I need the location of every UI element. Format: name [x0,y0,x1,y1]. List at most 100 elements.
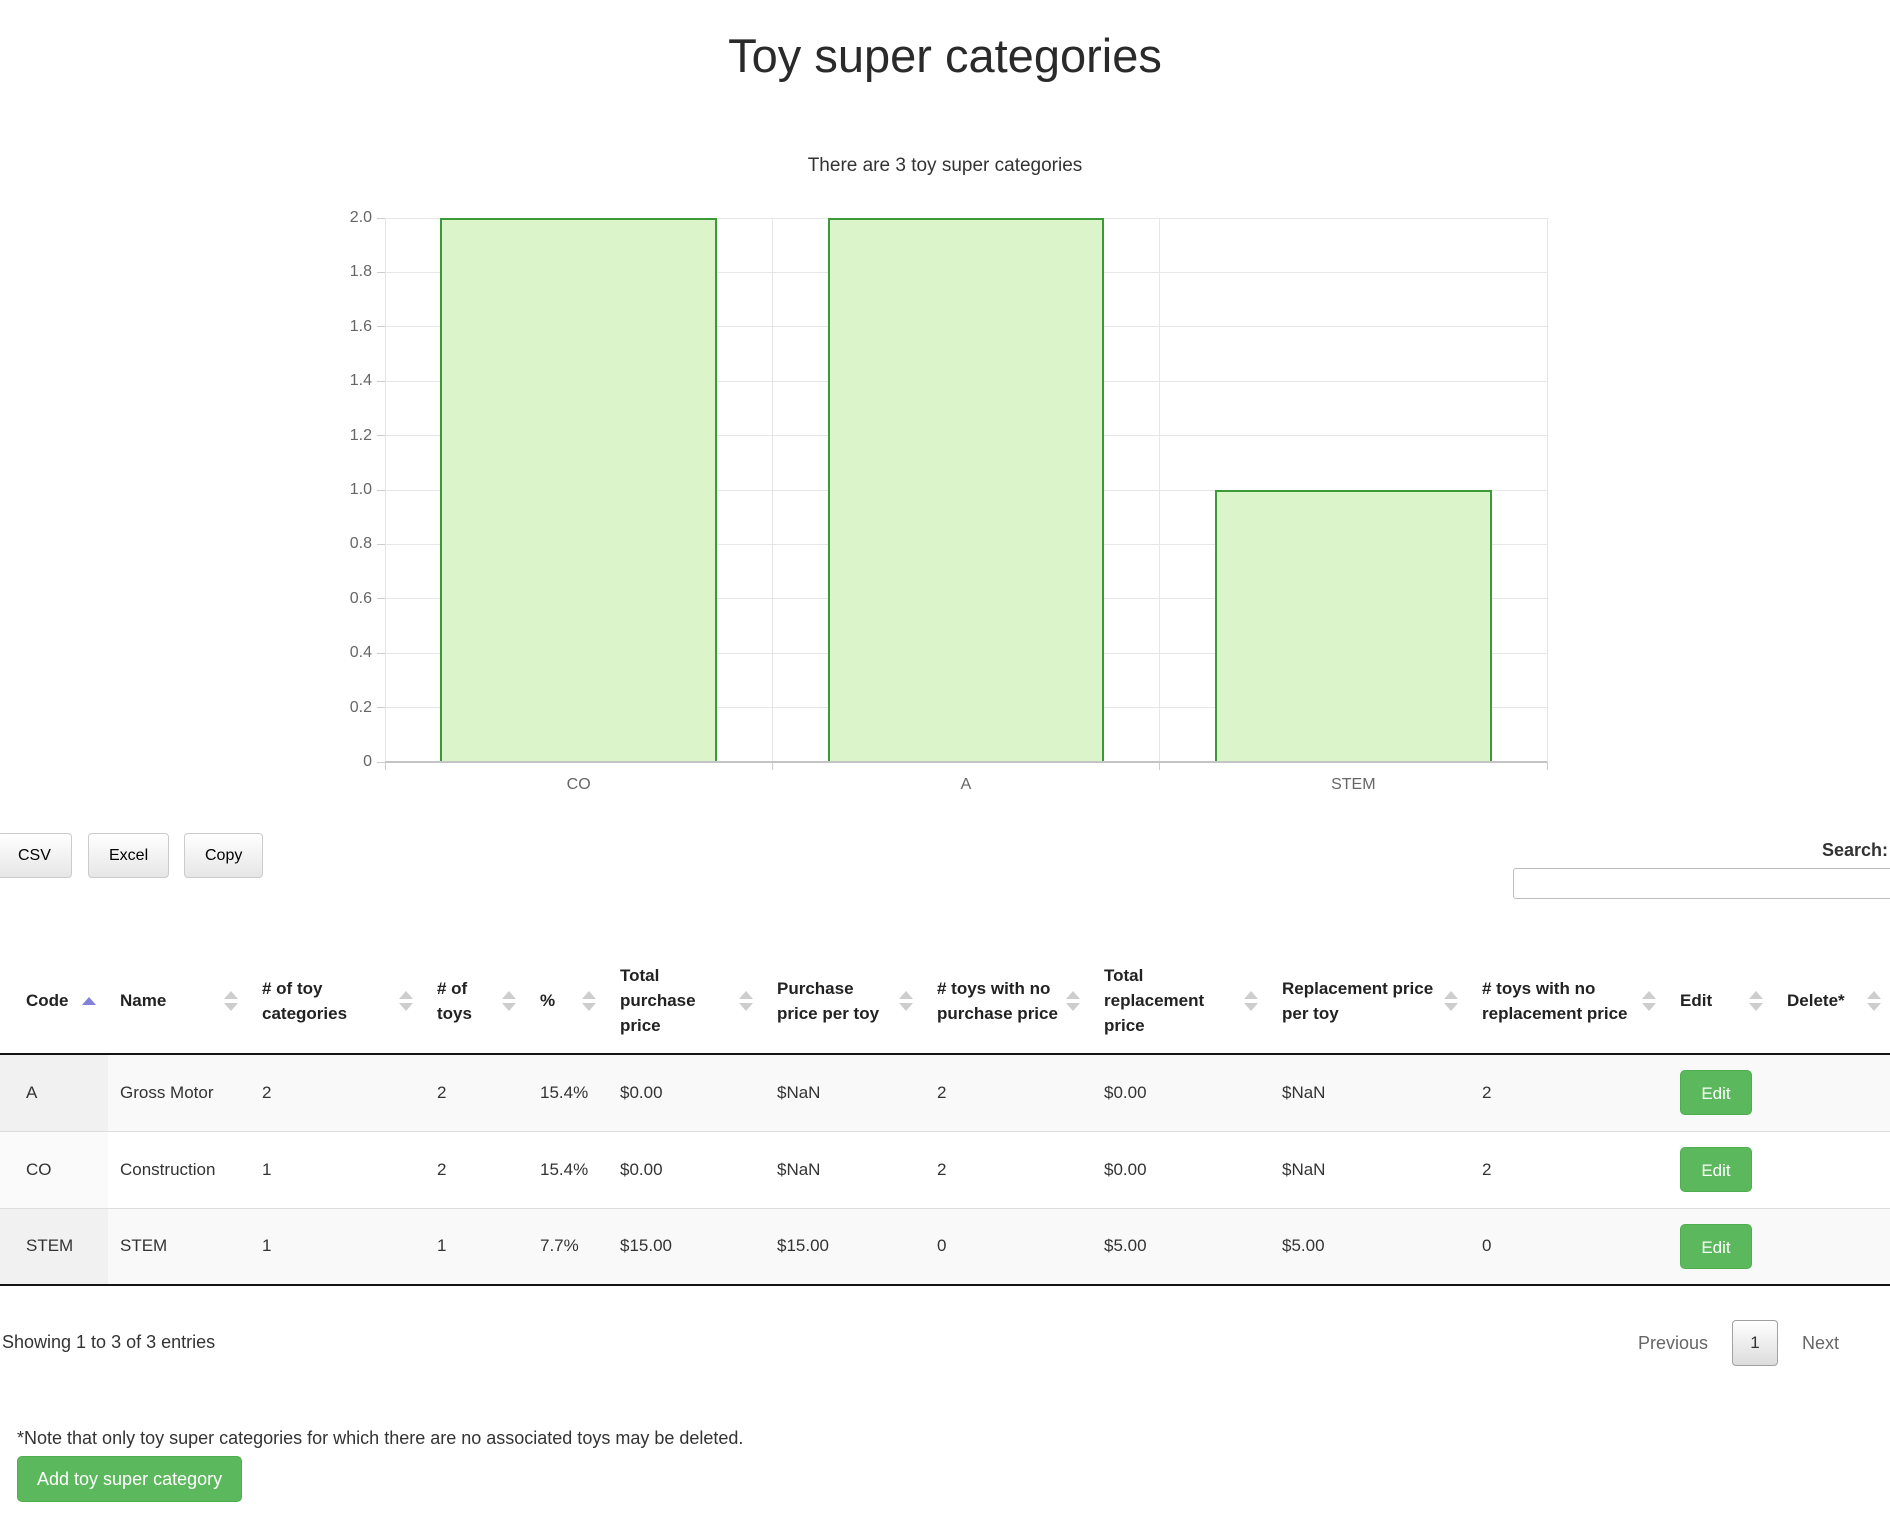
cell-replacement-price-per-toy: $NaN [1270,1131,1470,1208]
cell-toys-no-replacement-price: 2 [1470,1054,1668,1131]
column-header-toys-no-purchase-price[interactable]: # toys with no purchase price [925,948,1092,1054]
excel-export-button[interactable]: Excel [88,833,169,878]
table-row-a: A Gross Motor 2 2 15.4% $0.00 $NaN 2 $0.… [0,1054,1890,1131]
cell-edit: Edit [1668,1131,1775,1208]
sort-both-icon [739,991,753,1011]
table-info: Showing 1 to 3 of 3 entries [2,1332,215,1353]
x-axis-tick [1547,762,1548,770]
chart-bar-STEM [1215,490,1492,762]
sort-both-icon [1244,991,1258,1011]
x-axis-tick [772,762,773,770]
x-gridline [1547,218,1548,762]
x-gridline [385,218,386,762]
cell-edit: Edit [1668,1208,1775,1285]
y-tick-label: 1.2 [310,427,372,445]
cell-code: A [0,1054,108,1131]
x-tick-label-CO: CO [385,776,772,794]
cell-toys-no-replacement-price: 0 [1470,1208,1668,1285]
y-tick-label: 0.2 [310,699,372,717]
table-header-row: Code Name # of toy categories # of toys … [0,948,1890,1054]
sort-both-icon [1444,991,1458,1011]
column-header-percent[interactable]: % [528,948,608,1054]
y-tick-label: 0.4 [310,644,372,662]
cell-percent: 15.4% [528,1131,608,1208]
edit-button[interactable]: Edit [1680,1070,1752,1115]
y-tick-label: 1.8 [310,263,372,281]
column-header-delete[interactable]: Delete* [1775,948,1890,1054]
pagination-previous[interactable]: Previous [1630,1323,1716,1364]
x-tick-label-A: A [772,776,1159,794]
cell-delete [1775,1054,1890,1131]
column-label: # of toys [437,979,472,1023]
y-tick-label: 1.6 [310,318,372,336]
x-axis-tick [385,762,386,770]
column-label: Total replacement price [1104,966,1204,1035]
sort-asc-icon [82,997,96,1005]
cell-num-toy-categories: 2 [250,1054,425,1131]
cell-code: STEM [0,1208,108,1285]
cell-total-purchase-price: $0.00 [608,1131,765,1208]
column-label: Delete* [1787,991,1845,1010]
column-header-purchase-price-per-toy[interactable]: Purchase price per toy [765,948,925,1054]
table-row-co: CO Construction 1 2 15.4% $0.00 $NaN 2 $… [0,1131,1890,1208]
column-header-replacement-price-per-toy[interactable]: Replacement price per toy [1270,948,1470,1054]
bar-chart: 2.01.81.61.41.21.00.80.60.40.20COASTEM [0,0,1890,820]
supercategory-table-wrap: Code Name # of toy categories # of toys … [0,948,1890,1286]
table-row-stem: STEM STEM 1 1 7.7% $15.00 $15.00 0 $5.00… [0,1208,1890,1285]
search-label: Search: [1822,840,1888,861]
csv-export-button[interactable]: CSV [0,833,72,878]
edit-button[interactable]: Edit [1680,1224,1752,1269]
cell-name: STEM [108,1208,250,1285]
sort-both-icon [1066,991,1080,1011]
y-tick-label: 0.6 [310,590,372,608]
cell-toys-no-purchase-price: 2 [925,1054,1092,1131]
delete-note: *Note that only toy super categories for… [17,1428,743,1449]
x-gridline [772,218,773,762]
cell-replacement-price-per-toy: $NaN [1270,1054,1470,1131]
column-label: Name [120,991,166,1010]
column-header-code[interactable]: Code [0,948,108,1054]
add-toy-super-category-button[interactable]: Add toy super category [17,1456,242,1502]
pagination-next[interactable]: Next [1794,1323,1847,1364]
cell-percent: 15.4% [528,1054,608,1131]
cell-purchase-price-per-toy: $NaN [765,1131,925,1208]
pagination-page-1[interactable]: 1 [1732,1320,1778,1366]
column-label: Replacement price per toy [1282,979,1433,1023]
sort-both-icon [1867,991,1881,1011]
cell-delete [1775,1208,1890,1285]
supercategory-table: Code Name # of toy categories # of toys … [0,948,1890,1286]
cell-num-toy-categories: 1 [250,1131,425,1208]
cell-total-purchase-price: $15.00 [608,1208,765,1285]
y-tick-label: 0 [310,753,372,771]
x-axis-line [385,761,1547,763]
x-tick-label-STEM: STEM [1160,776,1547,794]
y-tick-label: 2.0 [310,209,372,227]
column-header-total-purchase-price[interactable]: Total purchase price [608,948,765,1054]
x-gridline [1159,218,1160,762]
column-label: Code [26,991,69,1010]
search-input[interactable] [1513,868,1890,899]
cell-name: Construction [108,1131,250,1208]
sort-both-icon [582,991,596,1011]
edit-button[interactable]: Edit [1680,1147,1752,1192]
column-header-edit[interactable]: Edit [1668,948,1775,1054]
column-header-num-toy-categories[interactable]: # of toy categories [250,948,425,1054]
cell-percent: 7.7% [528,1208,608,1285]
y-tick-label: 1.4 [310,372,372,390]
cell-edit: Edit [1668,1054,1775,1131]
sort-both-icon [1749,991,1763,1011]
copy-button[interactable]: Copy [184,833,263,878]
column-header-num-toys[interactable]: # of toys [425,948,528,1054]
sort-both-icon [899,991,913,1011]
cell-toys-no-purchase-price: 2 [925,1131,1092,1208]
cell-num-toys: 2 [425,1131,528,1208]
column-header-toys-no-replacement-price[interactable]: # toys with no replacement price [1470,948,1668,1054]
cell-name: Gross Motor [108,1054,250,1131]
column-label: Purchase price per toy [777,979,879,1023]
pagination: Previous 1 Next [1630,1320,1847,1366]
y-tick-label: 1.0 [310,481,372,499]
cell-replacement-price-per-toy: $5.00 [1270,1208,1470,1285]
column-header-total-replacement-price[interactable]: Total replacement price [1092,948,1270,1054]
column-header-name[interactable]: Name [108,948,250,1054]
column-label: Total purchase price [620,966,696,1035]
